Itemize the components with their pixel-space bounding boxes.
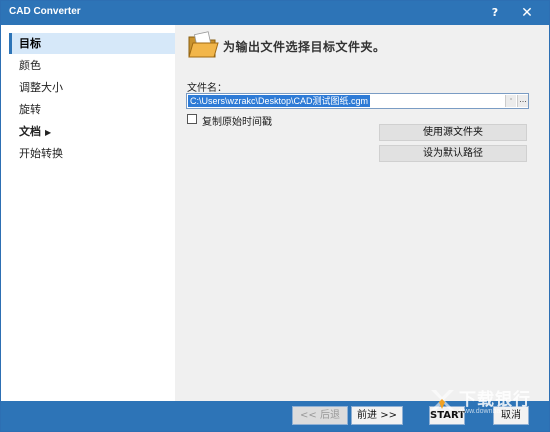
sidebar: 目标 颜色 调整大小 旋转 文档 ▶ 开始转换 bbox=[5, 29, 175, 399]
use-source-folder-button[interactable]: 使用源文件夹 bbox=[379, 124, 527, 141]
filename-value[interactable]: C:\Users\wzrakc\Desktop\CAD测试图纸.cgm bbox=[188, 95, 371, 107]
back-button[interactable]: << 后退 bbox=[292, 406, 348, 425]
sidebar-item-label: 目标 bbox=[19, 37, 41, 50]
watermark-logo-icon bbox=[431, 390, 454, 410]
copy-timestamp-label: 复制原始时间戳 bbox=[202, 117, 272, 128]
submenu-arrow-icon: ▶ bbox=[45, 128, 52, 137]
set-default-path-button[interactable]: 设为默认路径 bbox=[379, 145, 527, 162]
sidebar-item-rotate[interactable]: 旋转 bbox=[9, 99, 175, 120]
sidebar-item-label: 调整大小 bbox=[19, 81, 63, 94]
browse-button[interactable]: ... bbox=[517, 95, 528, 107]
filename-field[interactable]: C:\Users\wzrakc\Desktop\CAD测试图纸.cgm · ..… bbox=[186, 93, 529, 109]
sidebar-item-label: 文档 bbox=[19, 125, 41, 138]
sidebar-item-label: 颜色 bbox=[19, 59, 41, 72]
folder-icon bbox=[188, 31, 219, 58]
dropdown-icon[interactable]: · bbox=[505, 95, 516, 107]
sidebar-item-color[interactable]: 颜色 bbox=[9, 55, 175, 76]
filename-label: 文件名： bbox=[187, 83, 227, 94]
sidebar-item-resize[interactable]: 调整大小 bbox=[9, 77, 175, 98]
sidebar-item-start-convert[interactable]: 开始转换 bbox=[9, 143, 175, 164]
sidebar-item-label: 开始转换 bbox=[19, 147, 63, 160]
page-title: 为输出文件选择目标文件夹。 bbox=[223, 40, 386, 54]
copy-timestamp-checkbox[interactable] bbox=[187, 114, 197, 124]
close-button[interactable]: ✕ bbox=[517, 3, 537, 23]
watermark-text: 下载银行 bbox=[459, 390, 531, 410]
sidebar-item-target[interactable]: 目标 bbox=[9, 33, 175, 54]
app-window: CAD Converter ? ✕ 目标 颜色 调整大小 旋转 文档 ▶ 开始转换… bbox=[0, 0, 550, 432]
title-bar[interactable]: CAD Converter ? ✕ bbox=[1, 1, 549, 25]
sidebar-item-document[interactable]: 文档 ▶ bbox=[9, 121, 175, 142]
watermark-url: www.downbank.cn bbox=[459, 408, 517, 415]
help-button[interactable]: ? bbox=[485, 3, 505, 23]
watermark: 下载银行 www.downbank.cn bbox=[429, 381, 549, 431]
sidebar-item-label: 旋转 bbox=[19, 103, 41, 116]
main-panel: 为输出文件选择目标文件夹。 文件名： C:\Users\wzrakc\Deskt… bbox=[175, 25, 549, 401]
next-button[interactable]: 前进 >> bbox=[351, 406, 403, 425]
window-title: CAD Converter bbox=[9, 6, 81, 17]
